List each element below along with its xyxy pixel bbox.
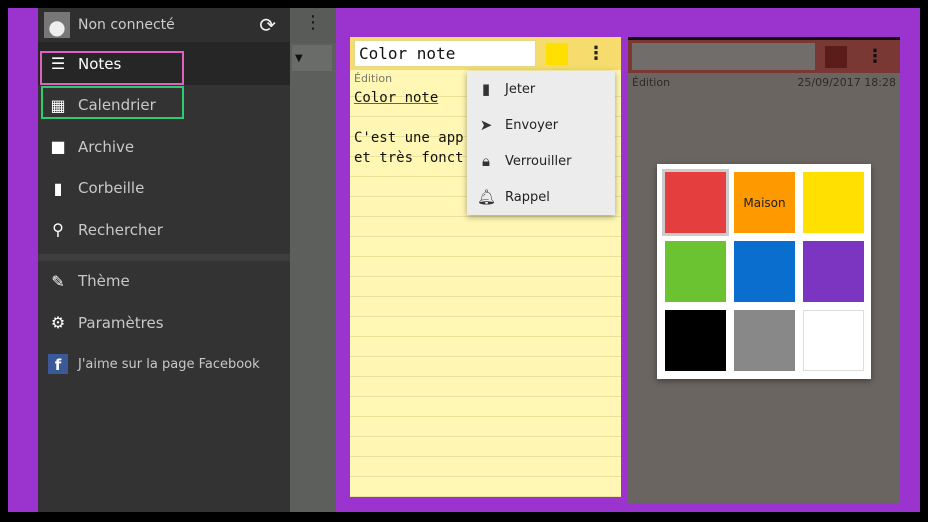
sidebar-item-theme[interactable]: ✎ Thème — [38, 261, 290, 303]
gear-icon: ⚙ — [50, 313, 66, 333]
bell-icon: 🔔︎ — [477, 188, 497, 206]
color-option[interactable] — [734, 310, 795, 371]
menu-item-label: Rappel — [505, 189, 550, 205]
menu-item-jeter[interactable]: ▮ Jeter — [467, 71, 615, 107]
color-picker-dialog: Maison — [657, 164, 871, 379]
sidebar-item-corbeille[interactable]: ▮ Corbeille — [38, 168, 290, 210]
menu-item-envoyer[interactable]: ➤ Envoyer — [467, 107, 615, 143]
edit-label: Édition — [632, 76, 671, 89]
overflow-menu-icon[interactable]: ⋮ — [290, 8, 336, 43]
color-option[interactable] — [803, 241, 864, 302]
more-options-icon[interactable]: ⋮ — [587, 43, 605, 64]
sidebar-item-label: Archive — [78, 137, 135, 156]
menu-item-label: Envoyer — [505, 117, 559, 133]
lock-icon: 🔒︎ — [482, 152, 490, 170]
note-toolbar: Color note ⋮ — [350, 37, 621, 70]
trash-icon: ▮ — [53, 178, 63, 198]
sidebar-item-label: J'aime sur la page Facebook — [78, 356, 260, 372]
note-datetime: 25/09/2017 18:28 — [797, 76, 896, 89]
color-option[interactable]: Maison — [734, 172, 795, 233]
sidebar-item-calendrier[interactable]: ▦ Calendrier — [38, 85, 290, 127]
sidebar-item-archive[interactable]: ■ Archive — [38, 126, 290, 168]
facebook-icon: f — [48, 354, 68, 375]
note-title-input[interactable]: Color note — [354, 40, 536, 67]
menu-item-rappel[interactable]: 🔔︎ Rappel — [467, 179, 615, 215]
archive-icon: ■ — [50, 137, 66, 157]
brush-icon: ✎ — [51, 271, 65, 291]
menu-item-label: Jeter — [505, 81, 536, 97]
highlight-box — [40, 51, 184, 85]
color-swatch-button[interactable] — [546, 42, 568, 65]
color-option[interactable] — [662, 169, 729, 236]
note-toolbar: ⋮ — [628, 40, 900, 73]
highlight-box — [41, 85, 184, 119]
sidebar-item-facebook[interactable]: f J'aime sur la page Facebook — [38, 344, 290, 386]
send-icon: ➤ — [479, 116, 493, 134]
sidebar-item-label: Rechercher — [78, 220, 163, 239]
avatar-icon: ● — [44, 12, 70, 38]
options-menu: ▮ Jeter ➤ Envoyer 🔒︎ Verrouiller 🔔︎ Rappel — [467, 71, 615, 215]
search-icon: ⚲ — [52, 220, 64, 240]
color-option[interactable] — [803, 310, 864, 371]
menu-item-verrouiller[interactable]: 🔒︎ Verrouiller — [467, 143, 615, 179]
note-body-title: Color note — [354, 90, 439, 106]
color-option[interactable] — [665, 310, 726, 371]
navigation-drawer: ● Non connecté ⟳ ☰ Notes ▦ Calendrier ■ … — [38, 8, 290, 512]
divider — [38, 253, 290, 261]
sidebar-item-rechercher[interactable]: ⚲ Rechercher — [38, 209, 290, 251]
sidebar-item-label: Thème — [78, 272, 130, 291]
sidebar-item-label: Paramètres — [78, 313, 164, 332]
sidebar-item-parametres[interactable]: ⚙ Paramètres — [38, 302, 290, 344]
trash-icon: ▮ — [481, 80, 491, 98]
more-options-icon[interactable]: ⋮ — [866, 46, 884, 67]
color-swatch-button[interactable] — [825, 45, 847, 68]
account-header[interactable]: ● Non connecté ⟳ — [38, 8, 290, 43]
color-option[interactable] — [803, 172, 864, 233]
menu-item-label: Verrouiller — [505, 153, 572, 169]
account-status: Non connecté — [78, 17, 175, 33]
color-option-label: Maison — [743, 195, 786, 210]
color-option[interactable] — [665, 241, 726, 302]
sidebar-item-label: Corbeille — [78, 179, 145, 198]
note-title-input[interactable] — [632, 43, 815, 70]
sidebar-item-notes[interactable]: ☰ Notes — [38, 43, 290, 85]
dropdown-arrow-icon[interactable]: ▼ — [292, 45, 332, 71]
color-option[interactable] — [734, 241, 795, 302]
sync-icon[interactable]: ⟳ — [259, 13, 276, 37]
